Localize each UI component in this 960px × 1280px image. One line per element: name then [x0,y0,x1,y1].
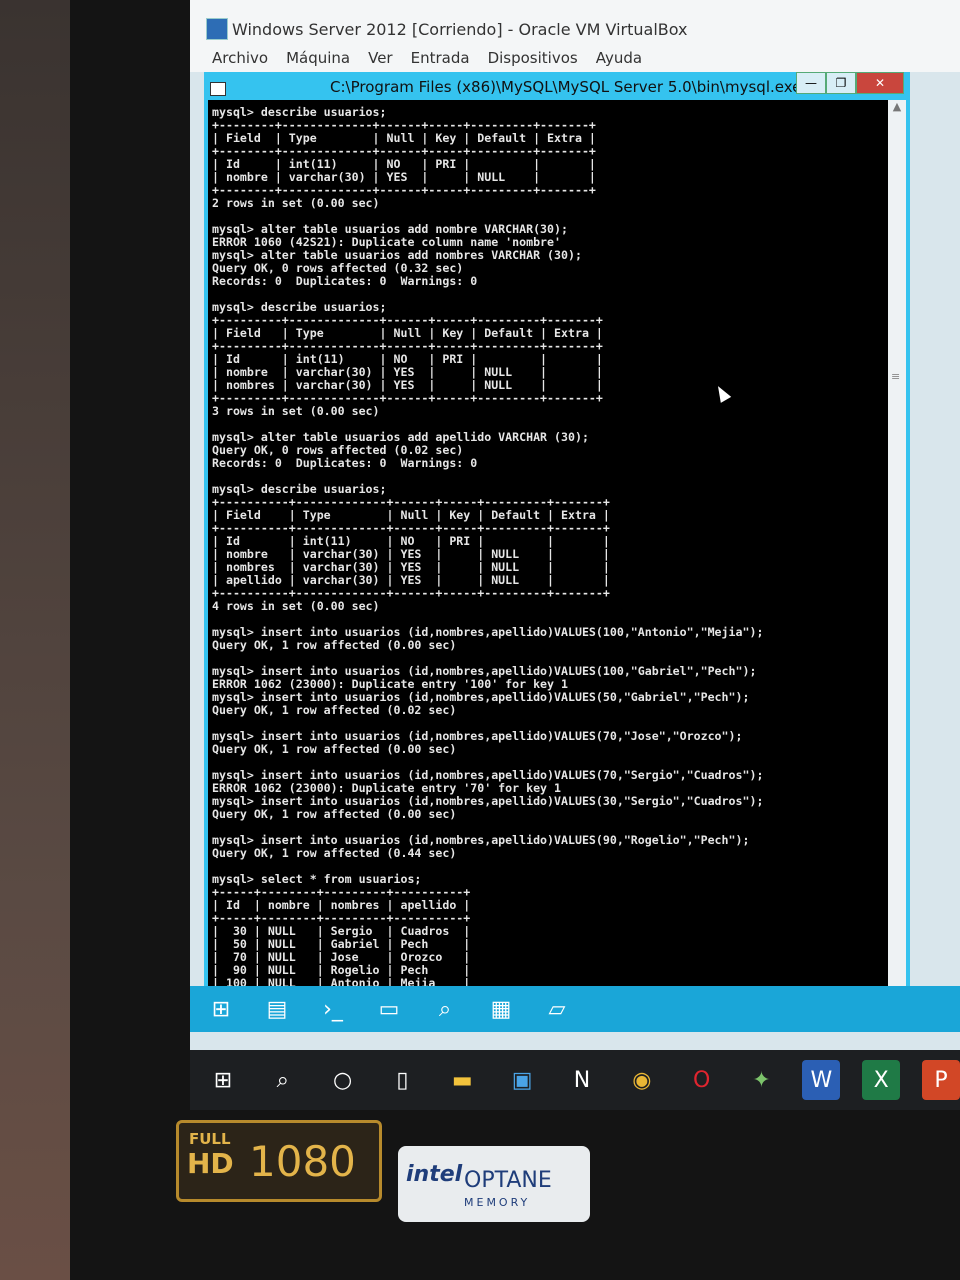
windows-logo-icon[interactable]: ⊞ [200,990,242,1028]
scroll-up-arrow-icon[interactable]: ▲ [888,100,906,113]
sticker-full-text: FULL [189,1130,231,1148]
console-icon [210,82,226,96]
maximize-button[interactable]: ❐ [826,72,856,94]
excel-icon[interactable]: X [862,1060,901,1100]
virtualbox-logo-icon [206,18,228,40]
search-icon[interactable]: ⌕ [264,1060,302,1100]
intel-optane-sticker: intel OPTANE MEMORY [398,1146,590,1222]
server-manager-icon[interactable]: ▤ [256,990,298,1028]
window-controls: — ❐ ✕ [796,72,904,94]
word-icon[interactable]: W [802,1060,841,1100]
laptop-screen: Windows Server 2012 [Corriendo] - Oracle… [190,0,960,1110]
sticker-hd-text: HD [187,1147,234,1180]
host-taskbar: ⊞ ⌕ ○ ▯ ▬ ▣ N ◉ O ✦ W X P [190,1050,960,1110]
guest-taskbar: ⊞ ▤ ›_ ▭ ⌕ ▦ ▱ [190,986,960,1032]
console-output[interactable]: mysql> describe usuarios; +--------+----… [208,100,888,1008]
file-explorer-icon[interactable]: ▬ [443,1060,481,1100]
menu-dispositivos[interactable]: Dispositivos [488,44,578,72]
minimize-button[interactable]: — [796,72,826,94]
powershell-icon[interactable]: ›_ [312,990,354,1028]
screen-gap [190,1032,960,1052]
android-studio-icon[interactable]: ✦ [743,1060,781,1100]
menu-ayuda[interactable]: Ayuda [596,44,642,72]
scroll-grip-icon[interactable]: ≡ [891,370,903,383]
notion-icon[interactable]: N [563,1060,601,1100]
menu-entrada[interactable]: Entrada [411,44,470,72]
virtualbox-menubar: Archivo Máquina Ver Entrada Dispositivos… [190,44,960,72]
task-manager-icon[interactable]: ▦ [480,990,522,1028]
menu-ver[interactable]: Ver [368,44,393,72]
menu-maquina[interactable]: Máquina [286,44,350,72]
virtualbox-titlebar[interactable]: Windows Server 2012 [Corriendo] - Oracle… [190,0,960,44]
cortana-icon[interactable]: ○ [324,1060,362,1100]
full-hd-sticker: FULL HD 1080 [176,1120,382,1202]
terminal-text: mysql> describe usuarios; +--------+----… [212,105,764,1009]
menu-archivo[interactable]: Archivo [212,44,268,72]
console-titlebar[interactable]: C:\Program Files (x86)\MySQL\MySQL Serve… [204,72,910,100]
memory-text: MEMORY [464,1196,531,1209]
close-button[interactable]: ✕ [856,72,904,94]
powerpoint-icon[interactable]: P [922,1060,960,1100]
file-explorer-icon[interactable]: ▭ [368,990,410,1028]
sticker-1080-text: 1080 [249,1137,356,1186]
intel-logo: intel [406,1162,463,1187]
console-icon[interactable]: ▱ [536,990,578,1028]
task-view-icon[interactable]: ▯ [384,1060,422,1100]
store-icon[interactable]: ▣ [503,1060,541,1100]
console-title: C:\Program Files (x86)\MySQL\MySQL Serve… [330,78,802,96]
mysql-console-window[interactable]: C:\Program Files (x86)\MySQL\MySQL Serve… [204,72,910,1012]
chrome-icon[interactable]: ◉ [623,1060,661,1100]
window-title: Windows Server 2012 [Corriendo] - Oracle… [232,20,688,39]
opera-icon[interactable]: O [683,1060,721,1100]
start-icon[interactable]: ⊞ [204,1060,242,1100]
optane-text: OPTANE [464,1168,552,1193]
console-scrollbar[interactable]: ▲ ≡ [888,100,906,1008]
search-icon[interactable]: ⌕ [424,990,466,1028]
